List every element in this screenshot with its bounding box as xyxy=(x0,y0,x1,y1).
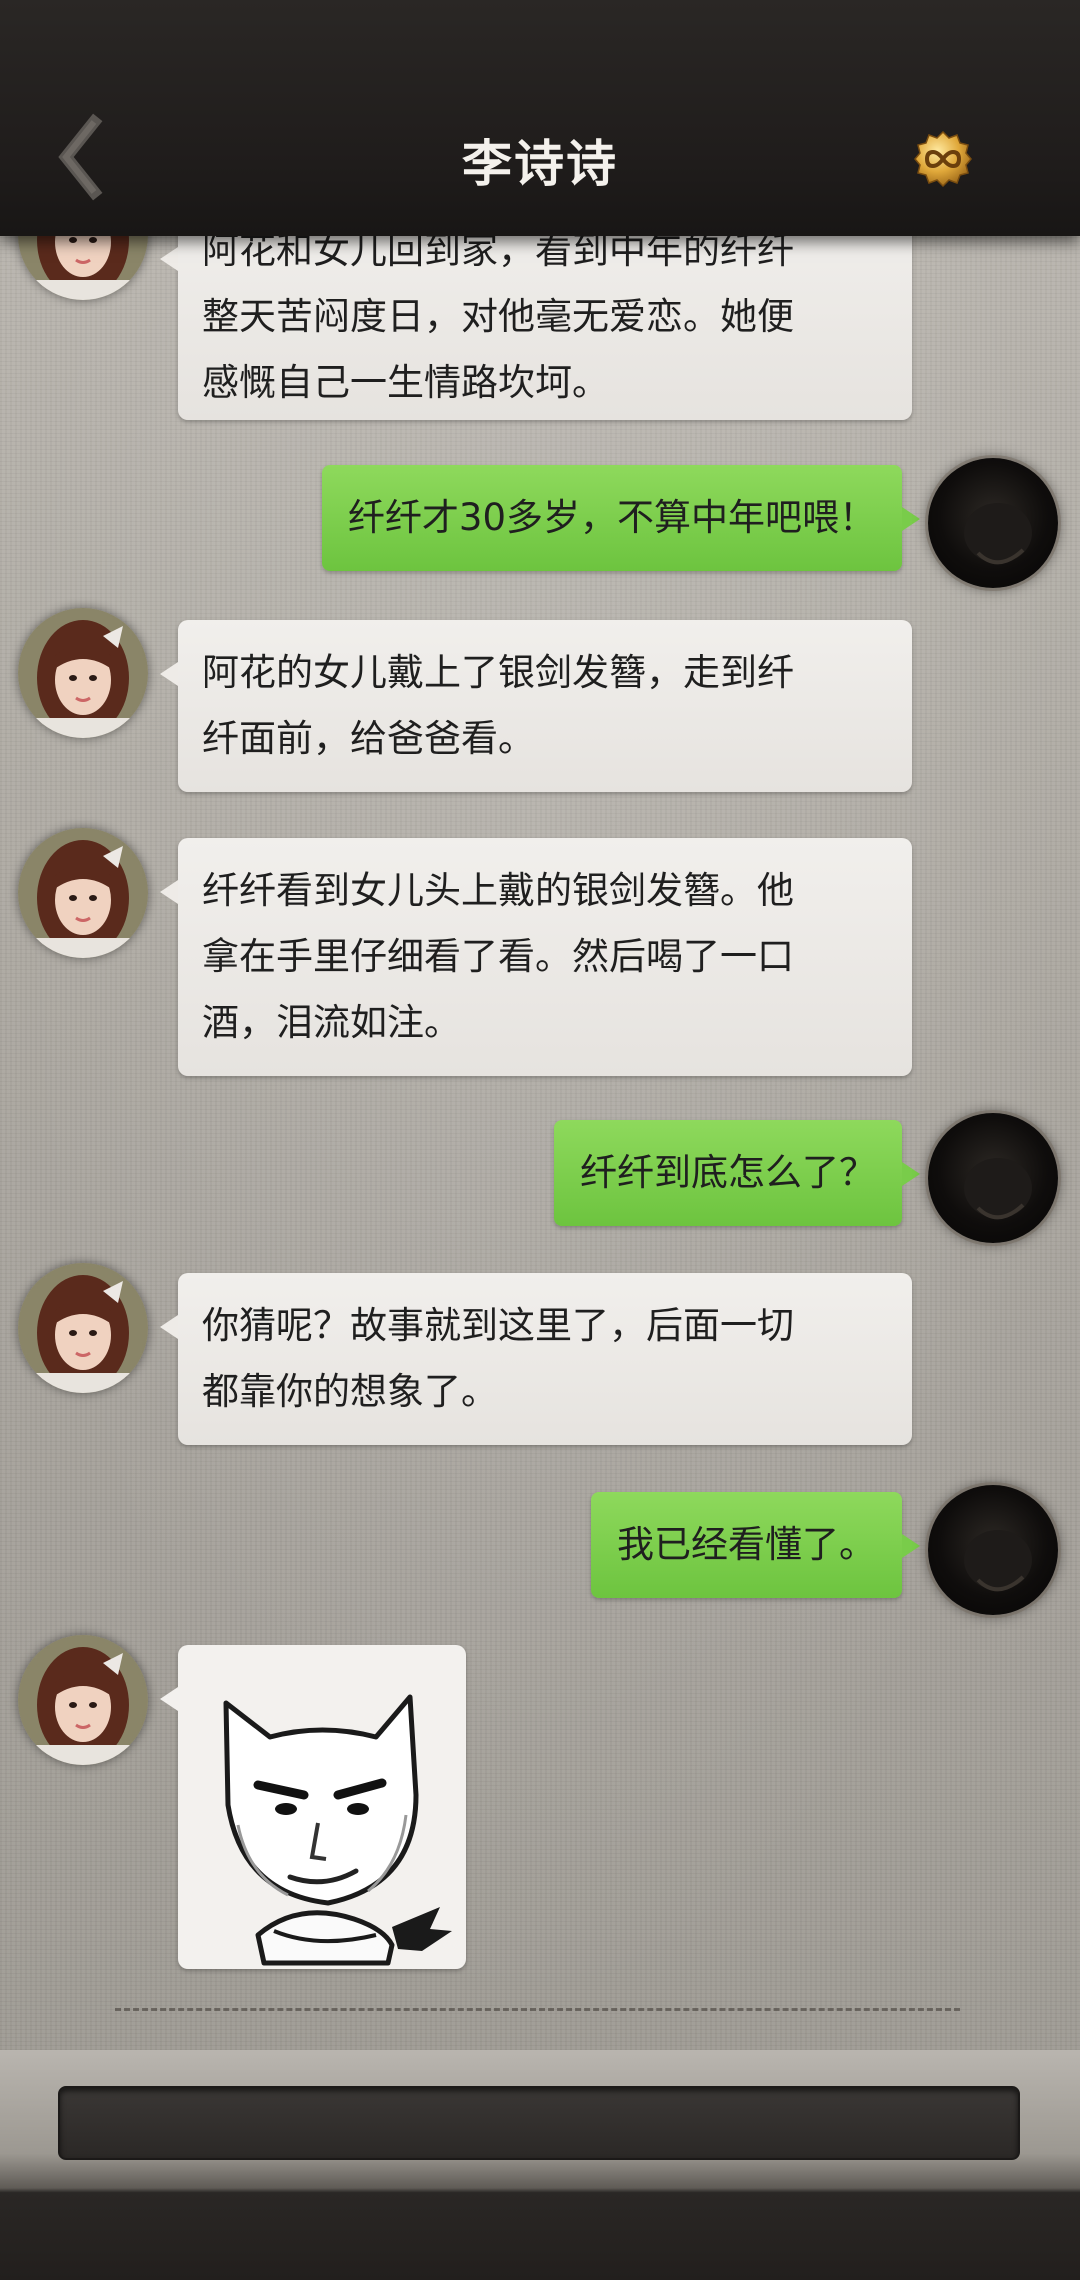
message-bubble-sent[interactable]: 纤纤到底怎么了？ xyxy=(554,1120,920,1226)
message-input[interactable] xyxy=(58,2086,1020,2160)
message-line: 你猜呢？故事就到这里了，后面一切 xyxy=(202,1304,794,1347)
message-line: 整天苦闷度日，对他毫无爱恋。她便 xyxy=(202,295,794,338)
message-line: 纤纤看到女儿头上戴的银剑发簪。他 xyxy=(202,869,794,912)
message-text: 我已经看懂了。 xyxy=(617,1523,876,1566)
message-text: 纤纤才30多岁，不算中年吧喂！ xyxy=(347,496,876,539)
message-bubble-sent[interactable]: 纤纤才30多岁，不算中年吧喂！ xyxy=(321,465,921,571)
input-bar xyxy=(0,2050,1080,2280)
sticker-message-bubble[interactable] xyxy=(160,1645,466,1969)
message-bubble-sent[interactable]: 我已经看懂了。 xyxy=(591,1492,920,1598)
message-bubble-received[interactable]: 阿花和女儿回到家，看到中年的纤纤 整天苦闷度日，对他毫无爱恋。她便 感慨自己一生… xyxy=(160,205,912,420)
user-avatar-photo xyxy=(964,1158,1032,1220)
contact-avatar-photo xyxy=(18,1635,148,1765)
infinity-medal-icon xyxy=(914,130,972,188)
chat-divider xyxy=(115,2008,960,2011)
top-nav-bar: 李诗诗 xyxy=(0,0,1080,236)
contact-avatar[interactable] xyxy=(18,1635,148,1765)
user-avatar-photo xyxy=(964,1530,1032,1592)
contact-avatar-photo xyxy=(18,828,148,958)
contact-avatar-photo xyxy=(18,1263,148,1393)
message-text: 纤纤到底怎么了？ xyxy=(580,1151,876,1194)
user-avatar-photo xyxy=(964,503,1032,565)
infinity-medal-button[interactable] xyxy=(914,130,972,188)
contact-avatar[interactable] xyxy=(18,1263,148,1393)
message-bubble-received[interactable]: 纤纤看到女儿头上戴的银剑发簪。他 拿在手里仔细看了看。然后喝了一口 酒，泪流如注… xyxy=(160,838,912,1076)
user-avatar[interactable] xyxy=(928,458,1058,588)
contact-avatar-photo xyxy=(18,608,148,738)
user-avatar[interactable] xyxy=(928,1485,1058,1615)
contact-avatar[interactable] xyxy=(18,608,148,738)
message-line: 纤面前，给爸爸看。 xyxy=(202,717,535,760)
message-line: 都靠你的想象了。 xyxy=(202,1370,498,1413)
message-line: 酒，泪流如注。 xyxy=(202,1001,461,1044)
message-line: 感慨自己一生情路坎坷。 xyxy=(202,361,609,404)
message-line: 阿花的女儿戴上了银剑发簪，走到纤 xyxy=(202,651,794,694)
message-bubble-received[interactable]: 阿花的女儿戴上了银剑发簪，走到纤 纤面前，给爸爸看。 xyxy=(160,620,912,792)
message-line: 拿在手里仔细看了看。然后喝了一口 xyxy=(202,935,794,978)
message-bubble-received[interactable]: 你猜呢？故事就到这里了，后面一切 都靠你的想象了。 xyxy=(160,1273,912,1445)
contact-avatar[interactable] xyxy=(18,828,148,958)
chat-area[interactable]: 阿花和女儿回到家，看到中年的纤纤 整天苦闷度日，对他毫无爱恋。她便 感慨自己一生… xyxy=(0,0,1080,2050)
smug-cat-meme-sticker xyxy=(223,1694,452,1966)
user-avatar[interactable] xyxy=(928,1113,1058,1243)
